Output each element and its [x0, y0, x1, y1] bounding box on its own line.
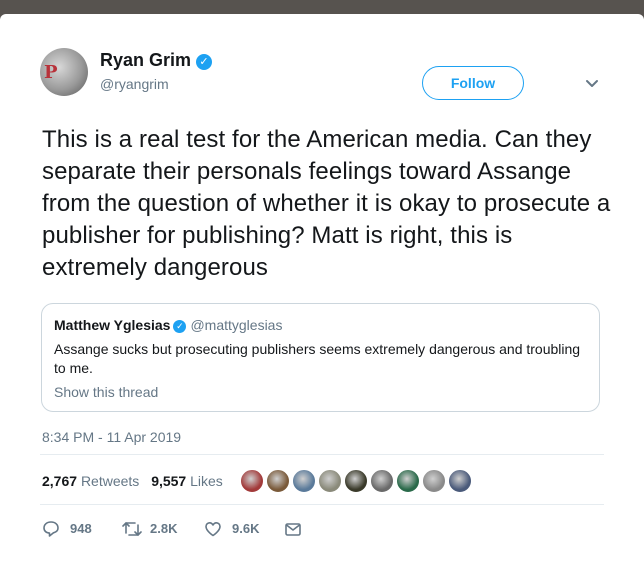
- retweets-stat[interactable]: 2,767 Retweets: [42, 473, 147, 489]
- chevron-down-icon[interactable]: [584, 76, 600, 92]
- retweets-label: Retweets: [80, 473, 140, 489]
- verified-badge-icon: ✓: [196, 54, 213, 70]
- liker-avatar[interactable]: [396, 469, 420, 493]
- heart-icon: [205, 522, 221, 537]
- quoted-author-handle: @mattyglesias: [190, 317, 283, 333]
- tweet-timestamp[interactable]: 8:34 PM - 11 Apr 2019: [42, 429, 181, 445]
- liker-avatar[interactable]: [318, 469, 342, 493]
- likes-label: Likes: [190, 473, 223, 489]
- author-handle[interactable]: @ryangrim: [100, 76, 169, 92]
- liker-avatar[interactable]: [344, 469, 368, 493]
- liker-avatar[interactable]: [266, 469, 290, 493]
- likes-count: 9,557: [151, 473, 187, 489]
- retweet-count: 2.8K: [150, 521, 178, 536]
- verified-badge-icon: ✓: [173, 320, 187, 333]
- avatar[interactable]: P: [40, 48, 88, 96]
- liker-avatar[interactable]: [422, 469, 446, 493]
- retweet-icon: [122, 522, 142, 536]
- quoted-author-name: Matthew Yglesias: [54, 317, 171, 333]
- divider: [40, 504, 604, 505]
- tweet-header: P Ryan Grim ✓ @ryangrim: [40, 48, 610, 108]
- mail-icon: [285, 523, 301, 536]
- quoted-tweet-header: Matthew Yglesias ✓ @mattyglesias: [54, 317, 282, 333]
- likes-stat[interactable]: 9,557 Likes: [151, 473, 223, 489]
- quoted-tweet-text: Assange sucks but prosecuting publishers…: [54, 341, 581, 376]
- avatar-letter: P: [44, 62, 58, 83]
- liker-avatar[interactable]: [448, 469, 472, 493]
- reply-icon: [43, 521, 59, 537]
- show-thread-link[interactable]: Show this thread: [54, 384, 158, 400]
- tweet-card: P Ryan Grim ✓ @ryangrim Follow This is a …: [0, 14, 644, 561]
- follow-button[interactable]: Follow: [422, 66, 524, 100]
- retweets-count: 2,767: [42, 473, 78, 489]
- author-name[interactable]: Ryan Grim ✓: [100, 50, 213, 71]
- like-count: 9.6K: [232, 521, 260, 536]
- quoted-tweet[interactable]: Matthew Yglesias ✓ @mattyglesias Assange s…: [41, 303, 600, 412]
- tweet-stats: 2,767 Retweets 9,557 Likes: [42, 473, 223, 489]
- tweet-text: This is a real test for the American med…: [42, 126, 611, 281]
- divider: [40, 454, 604, 455]
- liker-avatar[interactable]: [370, 469, 394, 493]
- author-name-text: Ryan Grim: [100, 50, 192, 70]
- liker-avatar[interactable]: [292, 469, 316, 493]
- reply-count: 948: [70, 521, 92, 536]
- liker-avatar[interactable]: [240, 469, 264, 493]
